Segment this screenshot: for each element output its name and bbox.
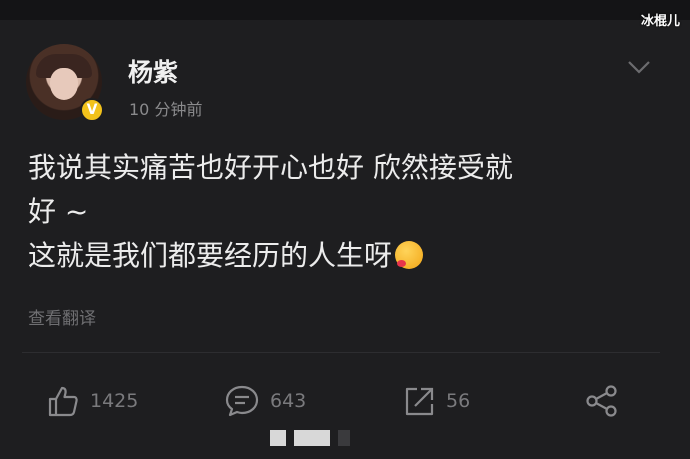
verified-badge-icon: V [80, 98, 104, 122]
face-with-tongue-kiss-emoji-icon [395, 241, 424, 269]
post-content-line-3: 这就是我们都要经历的人生呀 [28, 239, 393, 272]
thumbs-up-icon [46, 384, 80, 418]
top-bar [0, 0, 690, 20]
watermark: 冰棍儿 [640, 14, 680, 29]
page-indicator [270, 430, 350, 446]
divider [22, 352, 660, 353]
repost-button[interactable]: 56 [402, 383, 470, 419]
post-content-line-2: 好 ~ [28, 195, 89, 228]
translate-link[interactable]: 查看翻译 [28, 304, 96, 329]
comment-count: 643 [270, 390, 307, 412]
post-content-line-1: 我说其实痛苦也好开心也好 欣然接受就 [28, 151, 513, 184]
comment-icon [224, 384, 260, 418]
share-button[interactable] [584, 383, 620, 419]
like-button[interactable]: 1425 [46, 383, 138, 419]
share-icon [584, 383, 620, 419]
like-count: 1425 [90, 390, 139, 412]
post-content: 我说其实痛苦也好开心也好 欣然接受就 好 ~ 这就是我们都要经历的人生呀 [28, 146, 668, 278]
repost-count: 56 [446, 390, 471, 412]
post-timestamp: 10 分钟前 [129, 100, 203, 119]
chevron-down-icon[interactable] [627, 58, 651, 76]
page-dot [338, 430, 350, 446]
page-dot [270, 430, 286, 446]
comment-button[interactable]: 643 [224, 383, 306, 419]
username[interactable]: 杨紫 [128, 53, 178, 89]
avatar-face [50, 68, 78, 100]
share-arrow-icon [402, 384, 436, 418]
page-dot-active [294, 430, 330, 446]
